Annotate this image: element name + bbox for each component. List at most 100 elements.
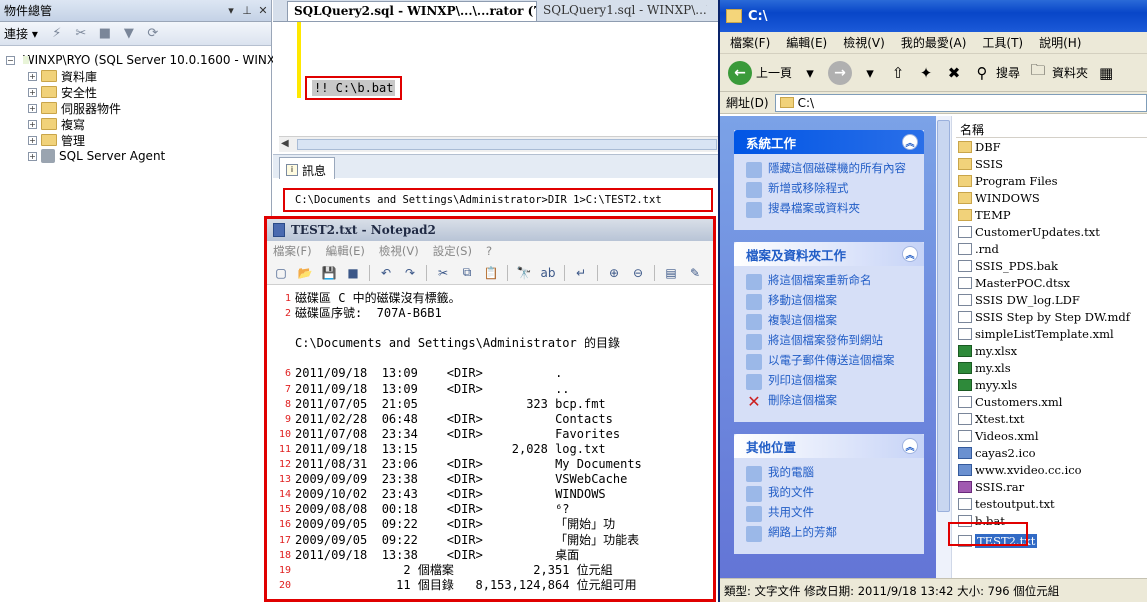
dropdown-icon[interactable]: ▾ (800, 63, 820, 83)
file-list-scrollbar[interactable] (936, 116, 952, 578)
file-item[interactable]: SSIS (958, 155, 1147, 172)
menu-view[interactable]: 檢視(V) (843, 34, 885, 51)
new-file-icon[interactable]: ▢ (271, 263, 291, 283)
scheme-icon[interactable]: ▤ (661, 263, 681, 283)
file-item[interactable]: cayas2.ico (958, 444, 1147, 461)
panel-header[interactable]: 其他位置 ︽ (734, 434, 924, 458)
menu-tools[interactable]: 工具(T) (982, 34, 1023, 51)
query-editor[interactable]: !! C:\b.bat (273, 22, 718, 136)
expand-icon[interactable]: + (28, 151, 37, 161)
file-item[interactable]: my.xls (958, 359, 1147, 376)
notepad2-text-area[interactable]: 1 磁碟區 C 中的磁碟沒有標籤。 2 磁碟區序號: 707A-B6B1 C:\Do… (267, 291, 713, 602)
panel-header[interactable]: 檔案及資料夾工作 ︽ (734, 242, 924, 266)
file-item[interactable]: DBF (958, 138, 1147, 155)
find-icon[interactable]: 🔭 (514, 263, 534, 283)
tab-sqlquery2[interactable]: SQLQuery2.sql - WINXP\...\...rator (72))… (287, 1, 537, 21)
tab-sqlquery1[interactable]: SQLQuery1.sql - WINXP\...\...rat (537, 1, 707, 21)
file-item[interactable]: simpleListTemplate.xml (958, 325, 1147, 342)
zoom-out-icon[interactable]: ⊖ (628, 263, 648, 283)
collapse-icon[interactable]: ︽ (902, 134, 918, 150)
task-delete[interactable]: ✕ 刪除這個檔案 (746, 394, 918, 412)
collapse-icon[interactable]: ︽ (902, 438, 918, 454)
editor-horizontal-scrollbar[interactable]: ◀ (279, 136, 718, 152)
menu-file[interactable]: 檔案(F) (730, 34, 770, 51)
connect-button[interactable]: 連接 ▾ (4, 26, 42, 42)
scrollbar-thumb[interactable] (937, 120, 950, 512)
file-item[interactable]: WINDOWS (958, 189, 1147, 206)
search-button[interactable]: ⚲ 搜尋 (972, 63, 1021, 83)
file-item[interactable]: my.xlsx (958, 342, 1147, 359)
refresh-icon[interactable]: ⟳ (144, 26, 162, 42)
place-network[interactable]: 網路上的芳鄰 (746, 526, 918, 544)
task-publish-web[interactable]: 將這個檔案發佈到網站 (746, 334, 918, 352)
menu-help[interactable]: ? (486, 244, 492, 258)
folders-button[interactable]: 🗀 資料夾 (1028, 61, 1089, 83)
menu-settings[interactable]: 設定(S) (433, 243, 472, 259)
pin-icon[interactable]: ⊥ (239, 4, 255, 17)
menu-file[interactable]: 檔案(F) (273, 243, 312, 259)
up-folder-icon[interactable]: ⇧ (888, 63, 908, 83)
place-my-documents[interactable]: 我的文件 (746, 486, 918, 504)
file-item[interactable]: www.xvideo.cc.ico (958, 461, 1147, 478)
file-item[interactable]: Customers.xml (958, 393, 1147, 410)
paste-icon[interactable]: 📋 (481, 263, 501, 283)
task-print[interactable]: 列印這個檔案 (746, 374, 918, 392)
address-field[interactable]: C:\ (774, 93, 1147, 112)
word-wrap-icon[interactable]: ↵ (571, 263, 591, 283)
task-copy[interactable]: 複製這個檔案 (746, 314, 918, 332)
file-item[interactable]: testoutput.txt (958, 495, 1147, 512)
tree-node-server[interactable]: − WINXP\RYO (SQL Server 10.0.1600 - WINX… (6, 52, 286, 68)
panel-header[interactable]: 系統工作 ︽ (734, 130, 924, 154)
replace-icon[interactable]: ab (538, 263, 558, 283)
tab-messages[interactable]: i 訊息 (279, 157, 336, 179)
file-item[interactable]: SSIS.rar (958, 478, 1147, 495)
task-rename[interactable]: 將這個檔案重新命名 (746, 274, 918, 292)
scrollbar-thumb[interactable] (297, 139, 717, 150)
place-my-computer[interactable]: 我的電腦 (746, 466, 918, 484)
menu-view[interactable]: 檢視(V) (379, 243, 419, 259)
back-button[interactable]: ← 上一頁 (728, 60, 792, 85)
customize-icon[interactable]: ✎ (685, 263, 705, 283)
task-add-remove-programs[interactable]: 新增或移除程式 (746, 182, 918, 200)
close-icon[interactable]: ✕ (255, 4, 271, 17)
menu-help[interactable]: 說明(H) (1039, 34, 1081, 51)
copy-icon[interactable]: ⧉ (457, 263, 477, 283)
save-icon[interactable]: 💾 (319, 263, 339, 283)
move-to-icon[interactable]: ✦ (916, 63, 936, 83)
tree-node-sql-agent[interactable]: + SQL Server Agent (6, 148, 271, 164)
task-move[interactable]: 移動這個檔案 (746, 294, 918, 312)
filter-icon[interactable]: ▼ (120, 26, 138, 42)
menu-favorites[interactable]: 我的最愛(A) (901, 34, 967, 51)
cut-icon[interactable]: ✂ (433, 263, 453, 283)
close-icon[interactable]: ■ (343, 263, 363, 283)
command-text[interactable]: !! C:\b.bat (312, 80, 396, 96)
file-item[interactable]: .rnd (958, 240, 1147, 257)
collapse-icon[interactable]: ︽ (902, 246, 918, 262)
expand-icon[interactable]: + (28, 119, 37, 129)
column-header-name[interactable]: 名稱 (956, 118, 1147, 138)
expand-icon[interactable]: + (28, 135, 37, 145)
stop-icon[interactable]: ■ (96, 26, 114, 42)
delete-icon[interactable]: ✖ (944, 63, 964, 83)
expand-icon[interactable]: + (28, 71, 37, 81)
disconnect-icon[interactable]: ✂ (72, 26, 90, 42)
tree-node-replication[interactable]: + 複寫 (6, 116, 271, 132)
tree-node-security[interactable]: + 安全性 (6, 84, 271, 100)
expand-icon[interactable]: + (28, 87, 37, 97)
file-item[interactable]: SSIS Step by Step DW.mdf (958, 308, 1147, 325)
connect-icon[interactable]: ⚡ (48, 26, 66, 42)
file-item[interactable]: TEMP (958, 206, 1147, 223)
menu-edit[interactable]: 編輯(E) (786, 34, 827, 51)
scroll-left-icon[interactable]: ◀ (281, 138, 289, 149)
file-item[interactable]: Program Files (958, 172, 1147, 189)
views-icon[interactable]: ▦ (1096, 63, 1116, 83)
dropdown-icon[interactable]: ▾ (860, 63, 880, 83)
tree-node-server-objects[interactable]: + 伺服器物件 (6, 100, 271, 116)
file-item[interactable]: SSIS_PDS.bak (958, 257, 1147, 274)
redo-icon[interactable]: ↷ (400, 263, 420, 283)
file-item[interactable]: myy.xls (958, 376, 1147, 393)
forward-arrow-icon[interactable]: → (828, 60, 853, 85)
place-shared-documents[interactable]: 共用文件 (746, 506, 918, 524)
file-item[interactable]: CustomerUpdates.txt (958, 223, 1147, 240)
tree-node-databases[interactable]: + 資料庫 (6, 68, 271, 84)
